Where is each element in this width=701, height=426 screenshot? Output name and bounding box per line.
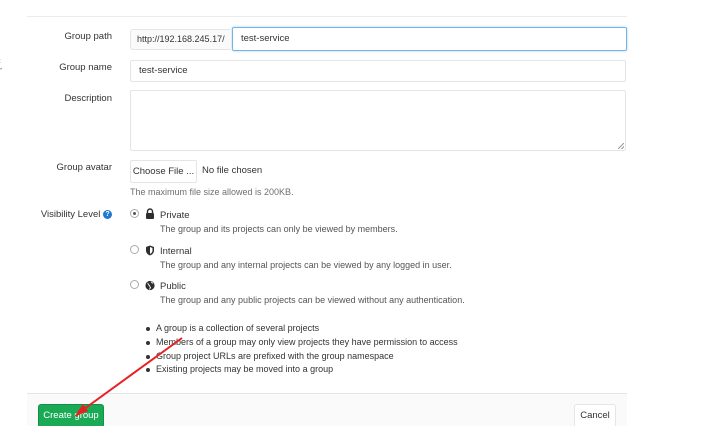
- resize-grip-icon[interactable]: [618, 143, 624, 149]
- list-item: Group project URLs are prefixed with the…: [146, 350, 458, 364]
- list-item: A group is a collection of several proje…: [146, 322, 458, 336]
- visibility-public-title: Public: [160, 281, 186, 292]
- left-edge-marks: : •: [0, 59, 3, 73]
- shield-icon: [146, 245, 154, 256]
- group-path-input[interactable]: test-service: [232, 27, 627, 51]
- group-path-label: Group path: [64, 31, 112, 42]
- group-name-input[interactable]: test-service: [130, 60, 626, 82]
- list-item: Existing projects may be moved into a gr…: [146, 363, 458, 377]
- help-icon[interactable]: ?: [103, 209, 112, 219]
- visibility-internal-description: The group and any internal projects can …: [160, 260, 452, 270]
- avatar-size-help: The maximum file size allowed is 200KB.: [130, 187, 294, 197]
- visibility-level-label: Visibility Level ?: [41, 209, 112, 220]
- group-path-prefix: http://192.168.245.17/: [130, 29, 230, 50]
- radio-private[interactable]: [130, 209, 139, 218]
- choose-file-button[interactable]: Choose File ...: [130, 160, 197, 183]
- top-divider: [27, 16, 627, 17]
- cancel-button[interactable]: Cancel: [574, 404, 616, 426]
- group-info-list: A group is a collection of several proje…: [146, 322, 458, 377]
- visibility-public-description: The group and any public projects can be…: [160, 295, 465, 305]
- form-actions-bar: [27, 393, 627, 426]
- description-textarea[interactable]: [130, 90, 626, 151]
- description-label: Description: [64, 93, 112, 104]
- list-item: Members of a group may only view project…: [146, 336, 458, 350]
- file-status-text: No file chosen: [202, 165, 263, 176]
- visibility-level-text: Visibility Level: [40, 209, 101, 220]
- group-avatar-label: Group avatar: [56, 162, 112, 173]
- group-name-label: Group name: [59, 62, 112, 73]
- visibility-private-description: The group and its projects can only be v…: [160, 224, 398, 234]
- radio-public[interactable]: [130, 280, 139, 289]
- visibility-private-title: Private: [160, 210, 190, 221]
- globe-icon: [145, 280, 155, 291]
- create-group-button[interactable]: Create group: [38, 404, 104, 426]
- radio-internal[interactable]: [130, 245, 139, 254]
- visibility-internal-title: Internal: [160, 246, 192, 257]
- lock-icon: [146, 208, 154, 219]
